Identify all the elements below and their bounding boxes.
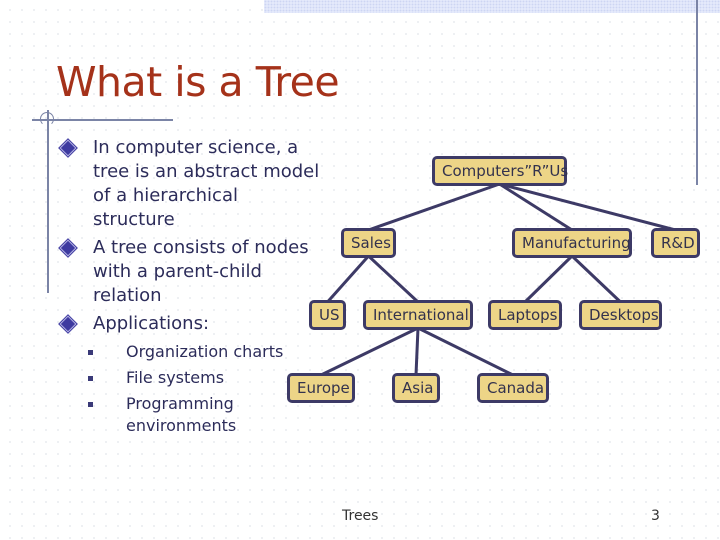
tree-node-us: US	[309, 300, 346, 330]
tree-edge-manufacturing-desktops	[570, 254, 622, 304]
tree-edge-international-asia	[414, 327, 420, 376]
tree-edge-international-europe	[320, 326, 419, 377]
tree-edge-root-sales	[368, 182, 500, 232]
tree-edge-root-rnd	[499, 182, 676, 232]
tree-edge-manufacturing-laptops	[523, 254, 574, 304]
tree-node-manufacturing: Manufacturing	[512, 228, 632, 258]
tree-node-rnd: R&D	[651, 228, 700, 258]
tree-edge-sales-international	[367, 254, 420, 304]
tree-node-asia: Asia	[392, 373, 440, 403]
tree-node-international: International	[363, 300, 473, 330]
tree-edge-international-canada	[417, 326, 514, 377]
tree-node-europe: Europe	[287, 373, 355, 403]
tree-edges	[320, 182, 676, 377]
tree-edge-root-manufacturing	[498, 182, 573, 232]
page-number: 3	[651, 508, 660, 524]
footer-title: Trees	[342, 508, 379, 524]
tree-node-canada: Canada	[477, 373, 549, 403]
tree-node-laptops: Laptops	[488, 300, 562, 330]
tree-node-root: Computers”R”Us	[432, 156, 568, 186]
tree-node-sales: Sales	[341, 228, 396, 258]
tree-node-desktops: Desktops	[579, 300, 662, 330]
tree-edge-sales-us	[326, 255, 370, 303]
